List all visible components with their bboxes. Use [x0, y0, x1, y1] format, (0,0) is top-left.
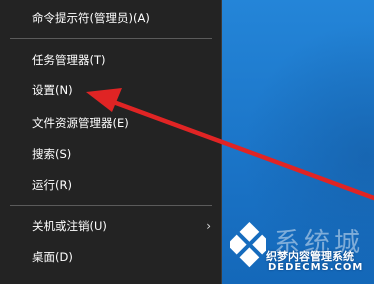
menu-item-run[interactable]: 运行(R) [0, 168, 221, 202]
menu-item-label: 关机或注销(U) [32, 219, 107, 233]
watermark-logo: 系统城 织梦内容管理系统 DEDECMS.COM [226, 210, 374, 284]
menu-item-label: 命令提示符(管理员)(A) [32, 11, 150, 25]
menu-item-label: 文件资源管理器(E) [32, 116, 129, 130]
chevron-right-icon: › [206, 219, 211, 233]
menu-item-label: 任务管理器(T) [32, 53, 106, 67]
menu-item-command-prompt-admin[interactable]: 命令提示符(管理员)(A) [0, 1, 221, 35]
menu-item-search[interactable]: 搜索(S) [0, 137, 221, 171]
menu-item-task-manager[interactable]: 任务管理器(T) [0, 43, 221, 77]
menu-separator [10, 205, 212, 206]
menu-separator [10, 38, 212, 39]
menu-item-file-explorer[interactable]: 文件资源管理器(E) [0, 106, 221, 140]
menu-item-label: 设置(N) [32, 83, 73, 97]
menu-item-desktop[interactable]: 桌面(D) [0, 240, 221, 274]
menu-item-label: 运行(R) [32, 178, 72, 192]
menu-item-settings[interactable]: 设置(N) [0, 73, 221, 107]
watermark-url: DEDECMS.COM [268, 262, 364, 273]
menu-item-shutdown-signout[interactable]: 关机或注销(U) › [0, 209, 221, 243]
menu-item-label: 搜索(S) [32, 147, 72, 161]
menu-item-label: 桌面(D) [32, 250, 73, 264]
winx-context-menu: 命令提示符(管理员)(A) 任务管理器(T) 设置(N) 文件资源管理器(E) … [0, 0, 222, 284]
windows-logo-icon [230, 221, 266, 268]
